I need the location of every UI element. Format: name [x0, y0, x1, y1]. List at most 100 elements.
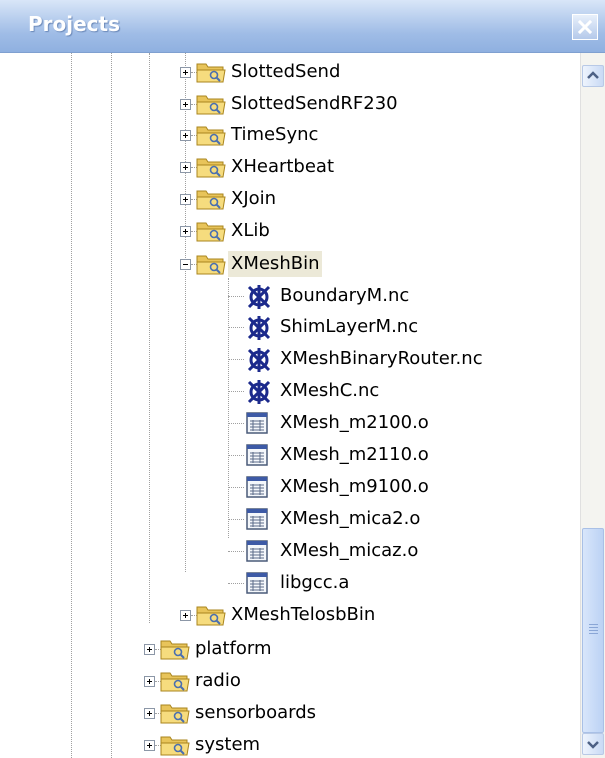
tree-guide-line	[228, 519, 244, 520]
tree-node-label[interactable]: XMeshBin	[228, 251, 323, 277]
expand-toggle-icon[interactable]	[144, 644, 155, 655]
tree-node-label[interactable]: radio	[192, 668, 244, 694]
tree-file-node[interactable]: ShimLayerM.nc	[0, 312, 578, 343]
tree-node-label[interactable]: XJoin	[228, 186, 279, 212]
tree-node-label[interactable]: TimeSync	[228, 122, 321, 148]
tree-node-label[interactable]: SlottedSendRF230	[228, 91, 401, 117]
tree-file-node[interactable]: libgcc.a	[0, 568, 578, 599]
tree-node-label[interactable]: XMesh_m2100.o	[277, 410, 432, 436]
tree-node-label[interactable]: XMesh_m9100.o	[277, 474, 432, 500]
folder-icon	[196, 252, 226, 276]
expand-toggle-icon[interactable]	[144, 740, 155, 751]
tree-folder-node[interactable]: platform	[0, 634, 578, 665]
tree-folder-node[interactable]: XHeartbeat	[0, 152, 578, 183]
expand-toggle-icon[interactable]	[180, 162, 191, 173]
tree-guide-line	[228, 423, 244, 424]
tree-node-label[interactable]: system	[192, 732, 263, 758]
collapse-toggle-icon[interactable]	[180, 259, 191, 270]
tree-node-label[interactable]: XMesh_mica2.o	[277, 506, 423, 532]
tree-node-label[interactable]: XMesh_micaz.o	[277, 538, 421, 564]
folder-icon	[196, 219, 226, 243]
folder-icon	[196, 187, 226, 211]
tree-node-label[interactable]: XMesh_m2110.o	[277, 442, 432, 468]
folder-icon	[160, 637, 190, 661]
folder-icon	[160, 733, 190, 757]
tree-folder-node[interactable]: XMeshTelosbBin	[0, 600, 578, 631]
tree-file-node[interactable]: BoundaryM.nc	[0, 281, 578, 312]
scroll-up-button[interactable]	[582, 65, 604, 87]
expand-toggle-icon[interactable]	[180, 130, 191, 141]
tree-node-label[interactable]: sensorboards	[192, 700, 319, 726]
tree-folder-node[interactable]: XMeshBin	[0, 249, 578, 280]
tree-node-label[interactable]: XMeshTelosbBin	[228, 602, 378, 628]
object-file-icon	[245, 507, 269, 531]
tree-node-label[interactable]: XLib	[228, 218, 273, 244]
expand-toggle-icon[interactable]	[180, 67, 191, 78]
nesc-file-icon	[245, 347, 273, 373]
tree-file-node[interactable]: XMesh_m2110.o	[0, 440, 578, 471]
folder-icon	[160, 701, 190, 725]
tree-file-node[interactable]: XMesh_m2100.o	[0, 408, 578, 439]
object-file-icon	[245, 539, 269, 563]
tree-guide-line	[228, 327, 244, 328]
tree-node-label[interactable]: XMeshBinaryRouter.nc	[277, 346, 486, 372]
object-file-icon	[245, 411, 269, 435]
tree-folder-node[interactable]: XLib	[0, 216, 578, 247]
expand-toggle-icon[interactable]	[180, 610, 191, 621]
vertical-scrollbar[interactable]	[580, 53, 605, 758]
tree-node-label[interactable]: XHeartbeat	[228, 154, 337, 180]
tree-file-node[interactable]: XMesh_micaz.o	[0, 536, 578, 567]
expand-toggle-icon[interactable]	[180, 99, 191, 110]
tree-guide-line	[228, 583, 244, 584]
tree-file-node[interactable]: XMeshC.nc	[0, 376, 578, 407]
tree-file-node[interactable]: XMeshBinaryRouter.nc	[0, 344, 578, 375]
scroll-up-arrow-icon	[587, 71, 599, 79]
expand-toggle-icon[interactable]	[180, 194, 191, 205]
scroll-down-button[interactable]	[582, 733, 604, 755]
tree-node-label[interactable]: SlottedSend	[228, 59, 343, 85]
folder-icon	[196, 60, 226, 84]
tree-node-label[interactable]: platform	[192, 636, 274, 662]
tree-guide-line	[228, 391, 244, 392]
tree-node-label[interactable]: XMeshC.nc	[277, 378, 382, 404]
tree-guide-line	[228, 487, 244, 488]
tree-guide-line	[228, 359, 244, 360]
nesc-file-icon	[245, 284, 273, 310]
folder-icon	[196, 603, 226, 627]
tree-folder-node[interactable]: sensorboards	[0, 698, 578, 729]
scrollbar-thumb[interactable]	[582, 528, 604, 733]
projects-panel: Projects SlottedSend SlottedSendRF230 Time…	[0, 0, 605, 758]
panel-titlebar: Projects	[0, 0, 605, 53]
tree-guide-line	[228, 296, 244, 297]
expand-toggle-icon[interactable]	[144, 708, 155, 719]
scrollbar-grip-icon	[589, 624, 598, 634]
close-icon	[578, 20, 592, 34]
folder-icon	[196, 123, 226, 147]
tree-node-label[interactable]: libgcc.a	[277, 570, 352, 596]
expand-toggle-icon[interactable]	[144, 676, 155, 687]
folder-icon	[196, 92, 226, 116]
object-file-icon	[245, 571, 269, 595]
folder-icon	[196, 155, 226, 179]
tree-file-node[interactable]: XMesh_m9100.o	[0, 472, 578, 503]
folder-icon	[160, 669, 190, 693]
tree-guide-line	[228, 455, 244, 456]
tree-folder-node[interactable]: TimeSync	[0, 120, 578, 151]
nesc-file-icon	[245, 315, 273, 341]
expand-toggle-icon[interactable]	[180, 226, 191, 237]
tree-node-label[interactable]: BoundaryM.nc	[277, 283, 412, 309]
tree-folder-node[interactable]: radio	[0, 666, 578, 697]
tree-folder-node[interactable]: system	[0, 730, 578, 758]
panel-title: Projects	[28, 12, 121, 36]
scroll-down-arrow-icon	[587, 741, 599, 749]
project-tree: SlottedSend SlottedSendRF230 TimeSync XHear…	[0, 53, 580, 758]
nesc-file-icon	[245, 379, 273, 405]
tree-guide-line	[228, 551, 244, 552]
tree-folder-node[interactable]: SlottedSend	[0, 57, 578, 88]
tree-node-label[interactable]: ShimLayerM.nc	[277, 314, 421, 340]
tree-folder-node[interactable]: SlottedSendRF230	[0, 89, 578, 120]
close-button[interactable]	[572, 14, 598, 40]
object-file-icon	[245, 475, 269, 499]
tree-folder-node[interactable]: XJoin	[0, 184, 578, 215]
tree-file-node[interactable]: XMesh_mica2.o	[0, 504, 578, 535]
